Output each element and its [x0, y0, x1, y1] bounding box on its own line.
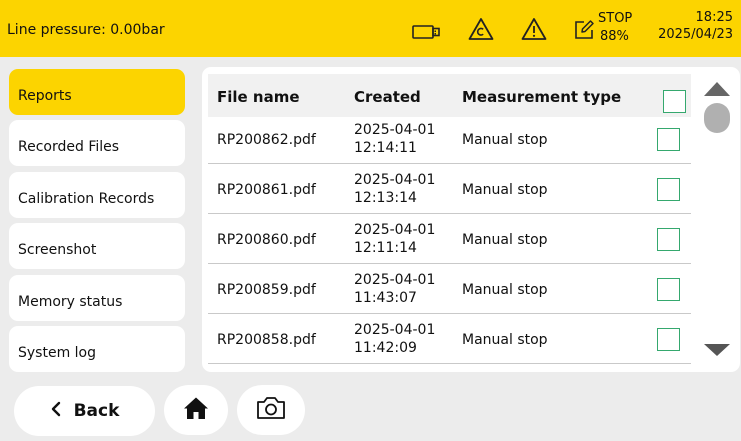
created-date: 2025-04-01	[354, 322, 436, 338]
sidebar-item-label: System log	[18, 345, 96, 361]
stop-label: STOP	[598, 11, 633, 26]
scroll-down-icon[interactable]	[704, 344, 730, 356]
created-date: 2025-04-01	[354, 222, 436, 238]
table-row[interactable]: RP200861.pdf 2025-04-01 12:13:14 Manual …	[208, 164, 691, 214]
created-cell: 2025-04-01 11:43:07	[354, 271, 435, 307]
camera-icon	[255, 395, 287, 425]
back-label: Back	[73, 401, 120, 421]
back-button[interactable]: Back	[14, 386, 155, 436]
sidebar-item-label: Calibration Records	[18, 191, 155, 207]
sidebar-item-memory-status[interactable]: Memory status	[9, 275, 185, 321]
created-time: 11:42:09	[354, 340, 417, 356]
warning-icon	[521, 17, 547, 45]
home-button[interactable]	[164, 385, 228, 435]
created-cell: 2025-04-01 11:42:09	[354, 321, 435, 357]
created-cell: 2025-04-01 12:11:14	[354, 221, 435, 257]
created-time: 11:43:07	[354, 290, 417, 306]
sidebar-item-label: Recorded Files	[18, 139, 120, 155]
table-row[interactable]: RP200859.pdf 2025-04-01 11:43:07 Manual …	[208, 264, 691, 314]
row-checkbox[interactable]	[657, 178, 680, 201]
sidebar-item-screenshot[interactable]: Screenshot	[9, 223, 185, 269]
usb-stick-icon	[412, 24, 440, 44]
time: 18:25	[695, 10, 733, 25]
table-row[interactable]: RP200858.pdf 2025-04-01 11:42:09 Manual …	[208, 314, 691, 364]
column-header-file-name[interactable]: File name	[217, 88, 300, 106]
created-cell: 2025-04-01 12:14:11	[354, 121, 435, 157]
file-name-cell: RP200861.pdf	[217, 182, 316, 198]
select-all-checkbox[interactable]	[663, 90, 686, 113]
file-name-cell: RP200860.pdf	[217, 232, 316, 248]
row-checkbox[interactable]	[657, 278, 680, 301]
file-name-cell: RP200862.pdf	[217, 132, 316, 148]
created-cell: 2025-04-01 12:13:14	[354, 171, 435, 207]
file-name-cell: RP200858.pdf	[217, 332, 316, 348]
created-date: 2025-04-01	[354, 172, 436, 188]
created-date: 2025-04-01	[354, 122, 436, 138]
status-bar: Line pressure: 0.00bar STOP 88% 18:25 20…	[0, 0, 741, 57]
scroll-up-icon[interactable]	[704, 82, 730, 96]
created-time: 12:13:14	[354, 190, 417, 206]
chevron-left-icon	[50, 401, 62, 422]
sidebar-item-label: Reports	[18, 88, 72, 104]
created-time: 12:11:14	[354, 240, 417, 256]
column-header-created[interactable]: Created	[354, 88, 421, 106]
sidebar-item-calibration-records[interactable]: Calibration Records	[9, 172, 185, 218]
battery-percent: 88%	[600, 29, 629, 44]
screenshot-button[interactable]	[237, 385, 305, 435]
sidebar-item-label: Screenshot	[18, 242, 97, 258]
measurement-type-cell: Manual stop	[462, 282, 548, 298]
home-icon	[183, 396, 209, 424]
sidebar-item-label: Memory status	[18, 294, 123, 310]
reports-panel: File name Created Measurement type RP200…	[202, 67, 740, 372]
measurement-type-cell: Manual stop	[462, 232, 548, 248]
sidebar-item-system-log[interactable]: System log	[9, 326, 185, 372]
row-checkbox[interactable]	[657, 328, 680, 351]
edit-icon	[573, 19, 595, 45]
scrollbar-thumb[interactable]	[704, 103, 730, 133]
row-checkbox[interactable]	[657, 228, 680, 251]
sidebar-item-recorded-files[interactable]: Recorded Files	[9, 120, 185, 166]
table-header: File name Created Measurement type	[208, 74, 691, 117]
measurement-type-cell: Manual stop	[462, 332, 548, 348]
line-pressure: Line pressure: 0.00bar	[7, 22, 165, 38]
created-date: 2025-04-01	[354, 272, 436, 288]
column-header-measurement-type[interactable]: Measurement type	[462, 88, 621, 106]
file-name-cell: RP200859.pdf	[217, 282, 316, 298]
measurement-type-cell: Manual stop	[462, 182, 548, 198]
created-time: 12:14:11	[354, 140, 417, 156]
measurement-type-cell: Manual stop	[462, 132, 548, 148]
calibration-warning-icon	[468, 17, 494, 45]
clock: 18:25 2025/04/23	[658, 9, 733, 43]
table-row[interactable]: RP200860.pdf 2025-04-01 12:11:14 Manual …	[208, 214, 691, 264]
date: 2025/04/23	[658, 27, 733, 42]
sidebar-item-reports[interactable]: Reports	[9, 69, 185, 115]
row-checkbox[interactable]	[657, 128, 680, 151]
table-row[interactable]: RP200862.pdf 2025-04-01 12:14:11 Manual …	[208, 114, 691, 164]
